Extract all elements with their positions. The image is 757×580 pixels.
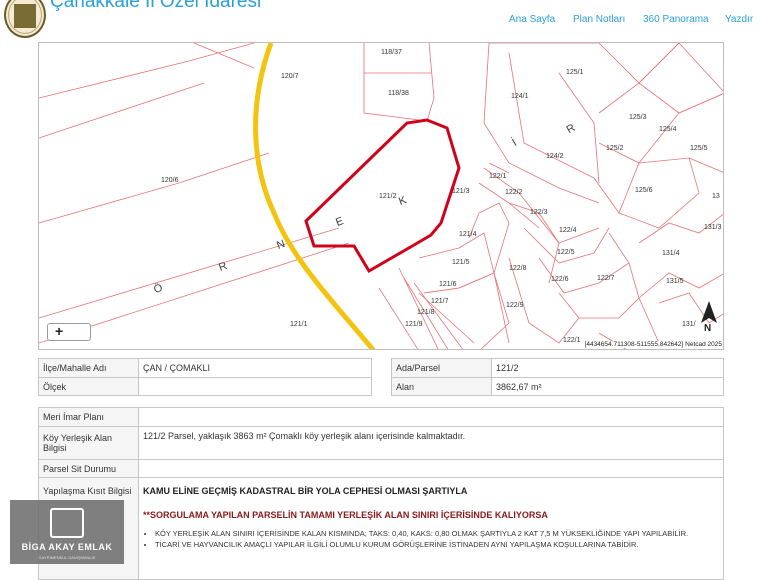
parcel-sit-value xyxy=(138,459,724,478)
parcel-label-131-3: 131/3 xyxy=(704,224,722,231)
nav-print[interactable]: Yazdır xyxy=(725,14,753,25)
parcel-label-124-2: 124/2 xyxy=(546,153,564,160)
restriction-warning: **SORGULAMA YAPILAN PARSELİN TAMAMI YERL… xyxy=(143,510,548,520)
parcel-label-122-1-bottom: 122/1 xyxy=(563,337,581,344)
construction-restriction-cell: KAMU ELİNE GEÇMİŞ KADASTRAL BİR YOLA CEP… xyxy=(138,477,724,580)
logo-building-icon xyxy=(14,4,36,28)
parcel-label-121-3: 121/3 xyxy=(452,188,470,195)
agency-subtitle: GAYRİMENKUL DANIŞMANLIK xyxy=(38,555,96,560)
parcel-label-120-7: 120/7 xyxy=(281,73,299,80)
restriction-notes: KÖY YERLEŞİK ALAN SINIRI İÇERİSİNDE KALA… xyxy=(143,528,719,550)
village-settlement-label: Köy Yerleşik Alan Bilgisi xyxy=(38,426,139,460)
plan-info-table: Meri İmar Planı Köy Yerleşik Alan Bilgis… xyxy=(38,407,724,580)
parcel-value: 121/2 xyxy=(491,358,724,378)
parcel-label-122-8: 122/8 xyxy=(509,265,527,272)
scale-label: Ölçek xyxy=(38,377,139,396)
parcel-label-121-7: 121/7 xyxy=(431,298,449,305)
site-title[interactable]: Çanakkale İl Özel İdaresi xyxy=(50,0,261,13)
restriction-title: KAMU ELİNE GEÇMİŞ KADASTRAL BİR YOLA CEP… xyxy=(143,486,468,496)
parcel-label-124-1: 124/1 xyxy=(511,93,529,100)
parcel-label-131-4: 131/4 xyxy=(662,250,680,257)
parcel-label-125-4: 125/4 xyxy=(659,126,677,133)
parcel-label-125-6: 125/6 xyxy=(635,187,653,194)
parcel-label-121-4: 121/4 xyxy=(459,231,477,238)
parcel-label-125-1: 125/1 xyxy=(566,69,584,76)
zoom-in-button[interactable]: + xyxy=(47,323,91,341)
district-value: ÇAN / ÇOMAKLI xyxy=(138,358,372,378)
parcel-label-125-3: 125/3 xyxy=(629,114,647,121)
agency-logo-icon xyxy=(50,508,84,538)
parcel-label-121-5: 121/5 xyxy=(452,259,470,266)
parcel-label-120-6: 120/6 xyxy=(161,177,179,184)
area-label: Alan xyxy=(391,377,492,396)
location-info-table: İlçe/Mahalle Adı ÇAN / ÇOMAKLI Ölçek xyxy=(38,358,372,396)
north-arrow-icon: N xyxy=(699,301,719,339)
agency-name: BİGA AKAY EMLAK xyxy=(21,542,113,552)
site-header: Çanakkale İl Özel İdaresi Ana Sayfa Plan… xyxy=(0,0,757,40)
parcel-label-122-5: 122/5 xyxy=(557,249,575,256)
nav-plan-notes[interactable]: Plan Notları xyxy=(573,14,625,25)
parcel-label-122-6: 122/6 xyxy=(551,276,569,283)
parcel-label-131: 131/ xyxy=(682,321,696,328)
parcel-sit-label: Parsel Sit Durumu xyxy=(38,459,139,478)
meri-plan-label: Meri İmar Planı xyxy=(38,407,139,427)
parcel-label-122-3: 122/3 xyxy=(530,209,548,216)
parcel-label-121-1: 121/1 xyxy=(290,321,308,328)
parcel-label-125-2: 125/2 xyxy=(606,145,624,152)
parcel-label-122-9: 122/9 xyxy=(506,302,524,309)
restriction-note: KÖY YERLEŞİK ALAN SINIRI İÇERİSİNDE KALA… xyxy=(155,528,719,539)
restriction-note: TİCARİ VE HAYVANCILIK AMAÇLI YAPILAR İLG… xyxy=(155,539,719,550)
cadastral-map[interactable]: 118/37 118/38 120/7 120/6 125/1 124/1 12… xyxy=(38,42,724,350)
parcel-label-121-6: 121/6 xyxy=(439,281,457,288)
parcel-label-121-8: 121/8 xyxy=(417,309,435,316)
parcel-label-125-5: 125/5 xyxy=(690,145,708,152)
agency-watermark: BİGA AKAY EMLAK GAYRİMENKUL DANIŞMANLIK xyxy=(10,500,124,564)
parcel-label-122-4: 122/4 xyxy=(559,227,577,234)
district-label: İlçe/Mahalle Adı xyxy=(38,358,139,378)
parcel-label-118-38: 118/38 xyxy=(388,90,409,97)
municipality-logo[interactable] xyxy=(4,0,46,38)
nav-360-panorama[interactable]: 360 Panorama xyxy=(643,14,709,25)
parcel-label-122-2: 122/2 xyxy=(505,189,523,196)
parcel-label-118-37: 118/37 xyxy=(381,49,402,56)
north-label: N xyxy=(704,323,712,334)
scale-value xyxy=(138,377,372,396)
parcel-label-13: 13 xyxy=(712,193,720,200)
parcel-label-121-2: 121/2 xyxy=(379,193,397,200)
area-value: 3862,67 m² xyxy=(491,377,724,396)
parcel-label-131-5: 131/5 xyxy=(666,278,684,285)
parcel-label-121-9: 121/9 xyxy=(405,321,423,328)
nav-home[interactable]: Ana Sayfa xyxy=(509,14,555,25)
parcel-info-table: Ada/Parsel 121/2 Alan 3862,67 m² xyxy=(391,358,724,396)
meri-plan-value xyxy=(138,407,724,427)
parcel-label-122-1: 122/1 xyxy=(489,173,507,180)
parcel-label-122-7: 122/7 xyxy=(597,275,615,282)
village-settlement-value: 121/2 Parsel, yaklaşık 3863 m² Çomaklı k… xyxy=(138,426,724,460)
road-line xyxy=(253,43,376,349)
parcel-label: Ada/Parsel xyxy=(391,358,492,378)
map-coordinates: [4434654.711308-511555.842642] Netcad 20… xyxy=(584,341,722,348)
